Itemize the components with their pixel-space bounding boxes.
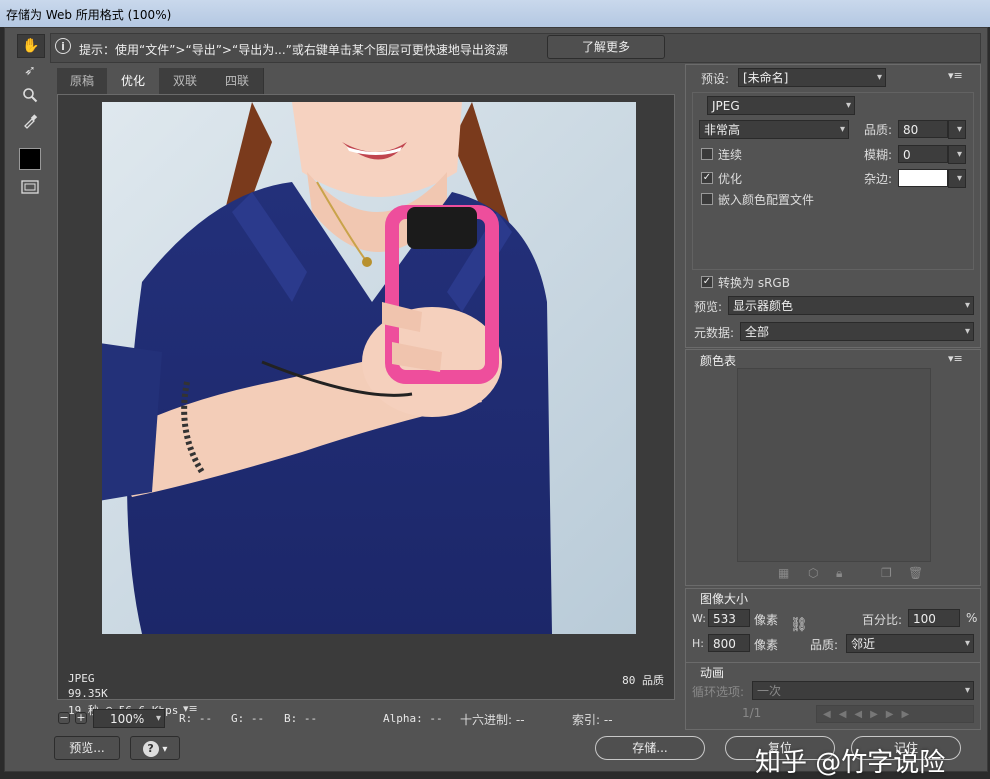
preview-pane[interactable]: JPEG 99.35K 19 秒 @ 56.6 Kbps ▾≡ 80 品质: [57, 94, 675, 717]
browser-select-button[interactable]: ? ▾: [130, 736, 180, 760]
width-unit: 像素: [754, 613, 779, 627]
optimized-label: 优化: [718, 172, 743, 186]
loop-label: 循环选项:: [692, 685, 745, 699]
format-settings-group: JPEG ▾ 非常高 ▾ 品质: 80 ▾ 连续 模糊: 0 ▾ ✓ 优化 杂边: …: [692, 92, 974, 270]
slice-select-tool-icon[interactable]: ➶: [17, 60, 43, 82]
preview-in-browser-button[interactable]: 预览...: [54, 736, 120, 760]
optimize-menu-icon[interactable]: ▾≡: [948, 69, 963, 82]
color-table-panel: 颜色表 ▾≡ ▦ ⬡ 🔒︎ ❐ 🗑︎: [685, 349, 981, 586]
image-size-panel: 图像大小 W: 533 像素 H: 800 像素 ⛓︎ 百分比: 100 % 品…: [685, 588, 981, 670]
width-input[interactable]: 533: [708, 609, 750, 627]
eyedropper-tool-icon[interactable]: [17, 110, 43, 132]
image-size-title: 图像大小: [700, 592, 749, 606]
zoom-in-button[interactable]: +: [75, 712, 87, 724]
watermark-text: 知乎 @竹字说险: [755, 748, 946, 778]
resample-select[interactable]: 邻近 ▾: [846, 634, 974, 653]
title-bar: 存储为 Web 所用格式 (100%): [0, 0, 990, 27]
progressive-checkbox[interactable]: [701, 148, 713, 160]
link-constrain-icon[interactable]: ⛓︎: [790, 617, 808, 633]
help-icon: ?: [142, 741, 159, 757]
zoom-tool-icon[interactable]: [17, 84, 43, 106]
quality-preset-select[interactable]: 非常高 ▾: [699, 120, 849, 139]
info-icon: i: [55, 38, 71, 54]
zoom-select[interactable]: 100% ▾: [93, 709, 165, 728]
save-button[interactable]: 存储...: [595, 736, 705, 760]
percent-input[interactable]: 100: [908, 609, 960, 627]
chevron-down-icon: ▾: [162, 744, 168, 755]
matte-color-swatch[interactable]: [898, 169, 948, 187]
readout-index: 索引: --: [572, 713, 613, 727]
embed-profile-checkbox[interactable]: [701, 193, 713, 205]
color-table-grid[interactable]: [737, 368, 931, 562]
tab-4up[interactable]: 四联: [211, 68, 264, 94]
optimized-checkbox[interactable]: ✓: [701, 172, 713, 184]
image-filesize: 99.35K: [68, 687, 108, 700]
preview-mode-label: 预览:: [694, 300, 723, 314]
trash-icon: 🗑︎: [908, 566, 924, 580]
new-color-icon: ❐: [881, 566, 892, 580]
matte-label: 杂边:: [864, 172, 893, 186]
quality-dropdown[interactable]: ▾: [948, 120, 966, 139]
map-to-web-icon: ▦: [778, 566, 790, 580]
format-select[interactable]: JPEG ▾: [707, 96, 855, 115]
animation-panel: 动画 循环选项: 一次 ▾ 1/1 ◀◀◀▶▶▶: [685, 662, 981, 730]
hand-tool-icon[interactable]: ✋: [17, 34, 45, 58]
height-input[interactable]: 800: [708, 634, 750, 652]
readout-g: G: --: [231, 712, 265, 725]
status-bar: − + 100% ▾ R: -- G: -- B: -- Alpha: -- 十六…: [57, 708, 685, 730]
color-table-menu-icon[interactable]: ▾≡: [948, 352, 963, 365]
metadata-select[interactable]: 全部 ▾: [740, 322, 974, 341]
embed-profile-label: 嵌入颜色配置文件: [718, 193, 815, 207]
readout-hex: 十六进制: --: [460, 713, 525, 727]
image-quality: 80 品质: [622, 674, 664, 687]
preview-image: [102, 102, 636, 634]
metadata-label: 元数据:: [694, 326, 735, 340]
frame-counter: 1/1: [742, 706, 762, 720]
lock-icon: 🔒︎: [836, 566, 843, 580]
color-table-title: 颜色表: [700, 354, 737, 368]
preview-mode-select[interactable]: 显示器颜色 ▾: [728, 296, 974, 315]
tab-original[interactable]: 原稿: [57, 68, 108, 94]
hint-text: 提示：使用“文件”>“导出”>“导出为...”或右键单击某个图层可更快速地导出资…: [79, 43, 508, 57]
preset-select[interactable]: [未命名] ▾: [738, 68, 886, 87]
learn-more-button[interactable]: 了解更多: [547, 35, 665, 59]
blur-label: 模糊:: [864, 148, 893, 162]
quality-label: 品质:: [864, 123, 893, 137]
tab-2up[interactable]: 双联: [159, 68, 212, 94]
hint-bar: i 提示：使用“文件”>“导出”>“导出为...”或右键单击某个图层可更快速地导…: [50, 33, 981, 63]
animation-controls[interactable]: ◀◀◀▶▶▶: [816, 705, 974, 723]
optimize-settings-panel: 预设: [未命名] ▾ ▾≡ JPEG ▾ 非常高 ▾ 品质: 80 ▾ 连续 模糊:…: [685, 64, 981, 348]
readout-r: R: --: [179, 712, 213, 725]
loop-select[interactable]: 一次 ▾: [752, 681, 974, 700]
readout-b: B: --: [284, 712, 318, 725]
toggle-slices-icon[interactable]: [17, 176, 43, 198]
convert-srgb-label: 转换为 sRGB: [718, 276, 790, 290]
width-label: W:: [692, 612, 706, 625]
blur-dropdown[interactable]: ▾: [948, 145, 966, 164]
height-unit: 像素: [754, 638, 779, 652]
readout-alpha: Alpha: --: [383, 712, 443, 725]
percent-unit: %: [966, 611, 978, 625]
matte-dropdown[interactable]: ▾: [948, 169, 966, 188]
convert-srgb-checkbox[interactable]: ✓: [701, 276, 713, 288]
image-format: JPEG: [68, 672, 95, 685]
zoom-out-button[interactable]: −: [58, 712, 70, 724]
preset-label: 预设:: [701, 72, 730, 86]
resample-label: 品质:: [810, 638, 839, 652]
animation-title: 动画: [700, 666, 725, 680]
tab-optimized[interactable]: 优化: [107, 68, 160, 94]
quality-input[interactable]: 80: [898, 120, 948, 138]
dialog: ✋ ➶ i 提示：使用“文件”>“导出”>“导出为...”或右键单击某个图层可更…: [4, 27, 988, 778]
height-label: H:: [692, 637, 704, 650]
blur-input[interactable]: 0: [898, 145, 948, 163]
eyedropper-color-swatch[interactable]: [19, 148, 41, 170]
window-title: 存储为 Web 所用格式 (100%): [6, 8, 172, 22]
percent-label: 百分比:: [862, 613, 903, 627]
web-safe-cube-icon: ⬡: [808, 566, 819, 580]
progressive-label: 连续: [718, 148, 743, 162]
